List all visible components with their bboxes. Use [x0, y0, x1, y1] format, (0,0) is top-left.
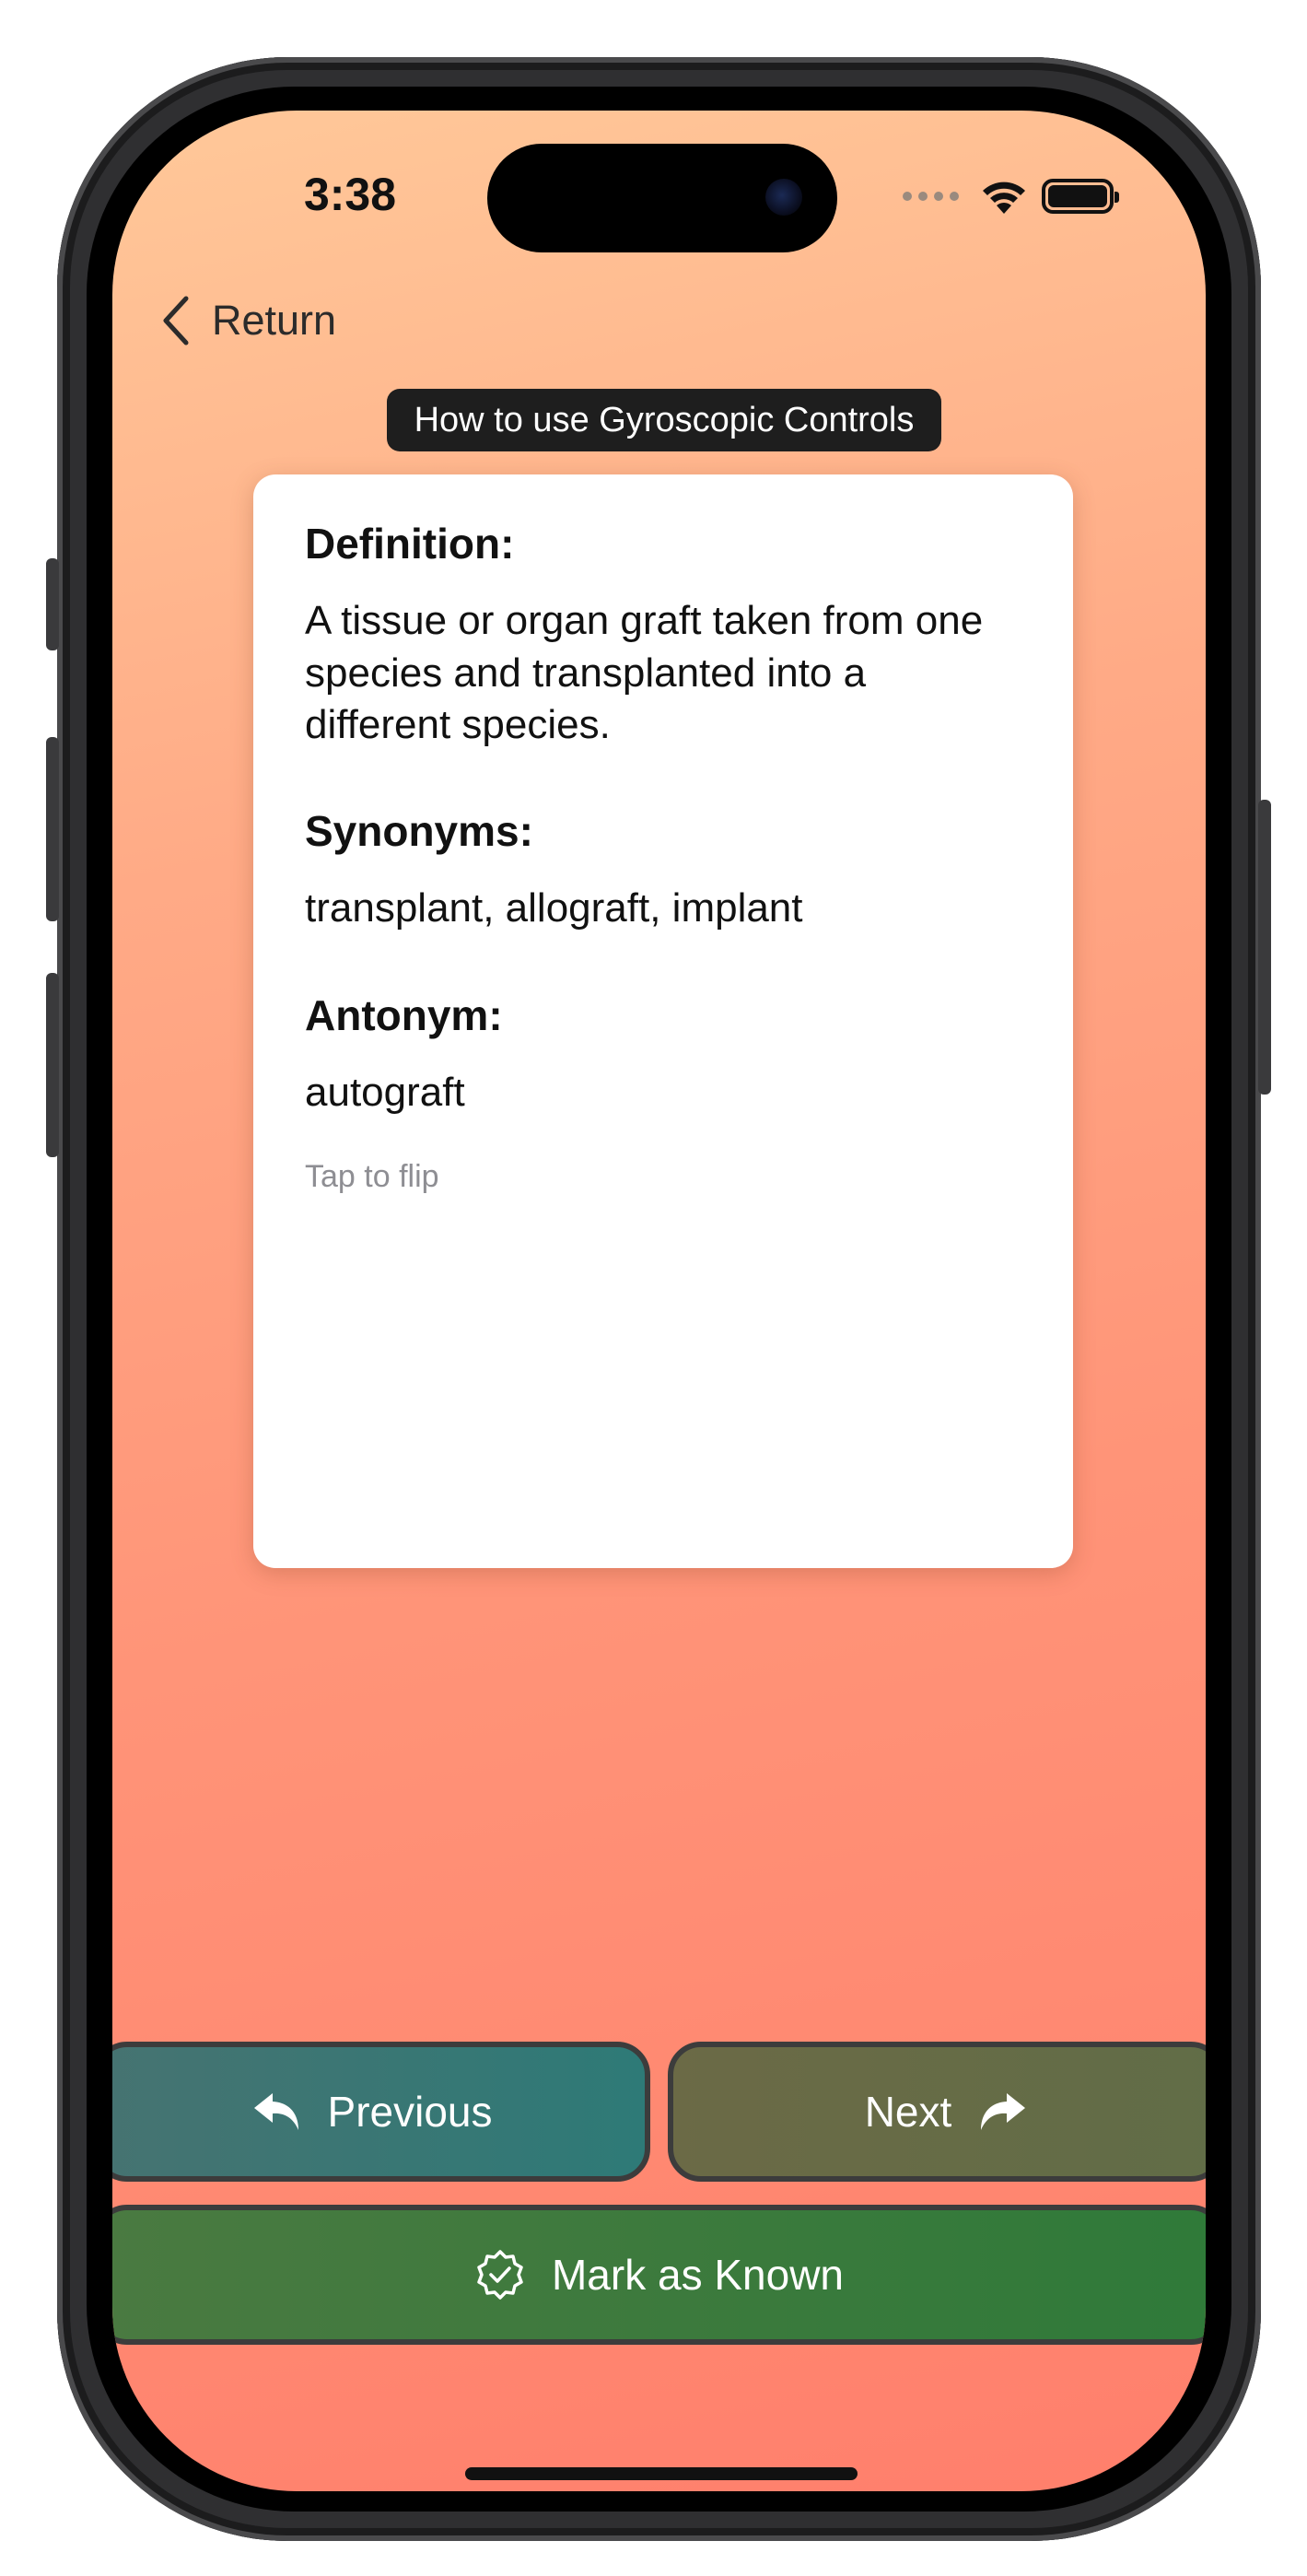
flashcard[interactable]: Definition: A tissue or organ graft take…	[253, 474, 1073, 1568]
wifi-icon	[983, 181, 1025, 214]
reply-arrow-icon	[253, 2093, 298, 2130]
forward-arrow-icon	[981, 2093, 1026, 2130]
synonyms-heading: Synonyms:	[305, 807, 533, 856]
definition-text: A tissue or organ graft taken from one s…	[305, 598, 984, 747]
battery-icon	[1042, 179, 1119, 214]
home-indicator[interactable]	[465, 2467, 858, 2480]
app-screen: 3:38 Return How to use Gyroscopic Contro…	[112, 111, 1206, 2491]
checkmark-seal-icon	[477, 2250, 523, 2300]
chevron-left-icon	[163, 296, 189, 345]
previous-button[interactable]: Previous	[112, 2042, 650, 2182]
battery-level	[1048, 185, 1107, 207]
return-label: Return	[212, 297, 337, 344]
next-button[interactable]: Next	[668, 2042, 1206, 2182]
antonym-heading: Antonym:	[305, 990, 503, 1039]
gyroscope-help-tooltip[interactable]: How to use Gyroscopic Controls	[387, 389, 941, 451]
volume-up-button	[46, 737, 59, 921]
status-time: 3:38	[303, 169, 397, 220]
previous-label: Previous	[327, 2088, 493, 2136]
status-icons	[903, 177, 1119, 216]
next-label: Next	[864, 2088, 952, 2136]
action-button	[46, 558, 59, 650]
dynamic-island	[487, 144, 837, 252]
signal-dots-icon	[903, 192, 959, 201]
mark-as-known-label: Mark as Known	[551, 2251, 844, 2299]
volume-down-button	[46, 973, 59, 1157]
definition-heading: Definition:	[305, 520, 515, 568]
mark-as-known-button[interactable]: Mark as Known	[112, 2205, 1206, 2345]
power-button	[1258, 800, 1271, 1095]
synonyms-text: transplant, allograft, implant	[305, 885, 803, 931]
antonym-text: autograft	[305, 1069, 465, 1115]
camera-icon	[765, 179, 802, 216]
tap-to-flip-hint: Tap to flip	[305, 1159, 439, 1195]
return-button[interactable]: Return	[158, 295, 336, 346]
